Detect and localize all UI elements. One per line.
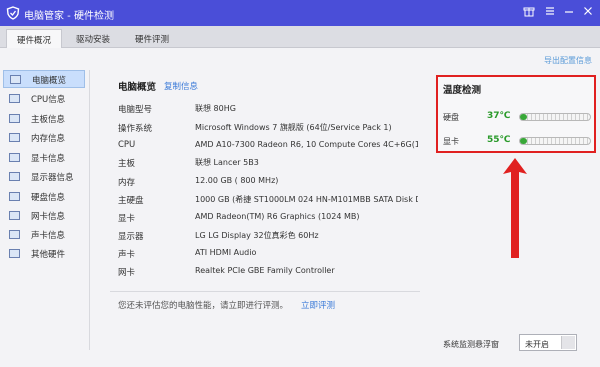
- sidebar-divider: [89, 70, 90, 350]
- tab-driver-install[interactable]: 驱动安装: [66, 29, 120, 48]
- shield-logo-icon: [6, 6, 20, 20]
- close-icon[interactable]: [581, 5, 595, 19]
- info-row-cpu: CPU AMD A10-7300 Radeon R6, 10 Compute C…: [118, 140, 418, 150]
- tab-hardware-benchmark[interactable]: 硬件评测: [125, 29, 179, 48]
- sidebar: 电脑概览 CPU信息 主板信息 内存信息 显卡信息 显示器信息 硬盘信息 网卡信…: [0, 70, 87, 367]
- tab-hardware-overview[interactable]: 硬件概况: [6, 29, 63, 48]
- info-row-hard-disk: 主硬盘 1000 GB (希捷 ST1000LM 024 HN-M101MBB …: [118, 195, 418, 206]
- minimize-icon[interactable]: [562, 5, 576, 19]
- cpu-icon: [9, 94, 20, 103]
- title-bar: 电脑管家 - 硬件检测: [0, 0, 600, 26]
- gift-icon[interactable]: [522, 5, 536, 19]
- sidebar-item-cpu[interactable]: CPU信息: [3, 90, 85, 108]
- temperature-bar: [519, 113, 591, 121]
- sidebar-item-motherboard[interactable]: 主板信息: [3, 110, 85, 128]
- temperature-panel: 温度检测 硬盘 37℃ 显卡 55℃: [436, 75, 596, 153]
- benchmark-prompt-text: 您还未评估您的电脑性能，请立即进行评测。: [118, 301, 289, 311]
- sound-card-icon: [9, 230, 20, 239]
- other-hardware-icon: [9, 249, 20, 258]
- info-row-model: 电脑型号 联想 80HG: [118, 104, 236, 115]
- sidebar-item-network[interactable]: 网卡信息: [3, 207, 85, 225]
- temperature-title: 温度检测: [443, 85, 482, 96]
- temperature-bar-fill: [520, 114, 527, 120]
- sidebar-item-sound[interactable]: 声卡信息: [3, 226, 85, 244]
- hard-disk-icon: [9, 192, 20, 201]
- memory-icon: [9, 133, 20, 142]
- toggle-knob[interactable]: [561, 336, 575, 349]
- sidebar-item-monitor[interactable]: 显示器信息: [3, 168, 85, 186]
- temperature-row-hard-disk: 硬盘 37℃: [443, 110, 593, 124]
- sidebar-item-graphics[interactable]: 显卡信息: [3, 149, 85, 167]
- sidebar-item-memory[interactable]: 内存信息: [3, 129, 85, 147]
- sidebar-item-overview[interactable]: 电脑概览: [3, 70, 85, 88]
- temperature-bar: [519, 137, 591, 145]
- info-row-graphics: 显卡 AMD Radeon(TM) R6 Graphics (1024 MB): [118, 212, 360, 224]
- temperature-bar-fill: [520, 138, 527, 144]
- info-row-memory: 内存 12.00 GB ( 800 MHz): [118, 176, 279, 188]
- temperature-value: 37℃: [487, 111, 511, 121]
- temperature-value: 55℃: [487, 135, 511, 145]
- monitor-floating-toggle[interactable]: 未开启: [519, 334, 577, 351]
- sidebar-item-hard-disk[interactable]: 硬盘信息: [3, 188, 85, 206]
- info-row-sound: 声卡 ATI HDMI Audio: [118, 248, 257, 260]
- menu-icon[interactable]: [543, 5, 557, 19]
- overview-heading: 电脑概览: [118, 82, 157, 93]
- monitor-floating-label: 系统监测悬浮窗: [443, 340, 499, 349]
- window-title: 电脑管家 - 硬件检测: [24, 11, 114, 22]
- motherboard-icon: [9, 114, 20, 123]
- export-config-link[interactable]: 导出配置信息: [544, 55, 592, 66]
- copy-info-link[interactable]: 复制信息: [164, 80, 198, 92]
- sidebar-item-other[interactable]: 其他硬件: [3, 245, 85, 263]
- info-row-motherboard: 主板 联想 Lancer 5B3: [118, 158, 259, 169]
- monitor-icon: [9, 172, 20, 181]
- network-card-icon: [9, 211, 20, 220]
- tab-bar: 硬件概况 驱动安装 硬件评测: [0, 26, 600, 48]
- section-divider: [110, 291, 420, 292]
- info-row-monitor: 显示器 LG LG Display 32位真彩色 60Hz: [118, 231, 319, 242]
- graphics-card-icon: [9, 153, 20, 162]
- temperature-row-graphics: 显卡 55℃: [443, 134, 593, 148]
- annotation-arrow: [503, 158, 527, 258]
- info-row-network: 网卡 Realtek PCIe GBE Family Controller: [118, 266, 335, 278]
- benchmark-now-link[interactable]: 立即评测: [301, 299, 335, 311]
- computer-icon: [10, 75, 21, 84]
- info-row-os: 操作系统 Microsoft Windows 7 旗舰版 (64位/Servic…: [118, 123, 392, 134]
